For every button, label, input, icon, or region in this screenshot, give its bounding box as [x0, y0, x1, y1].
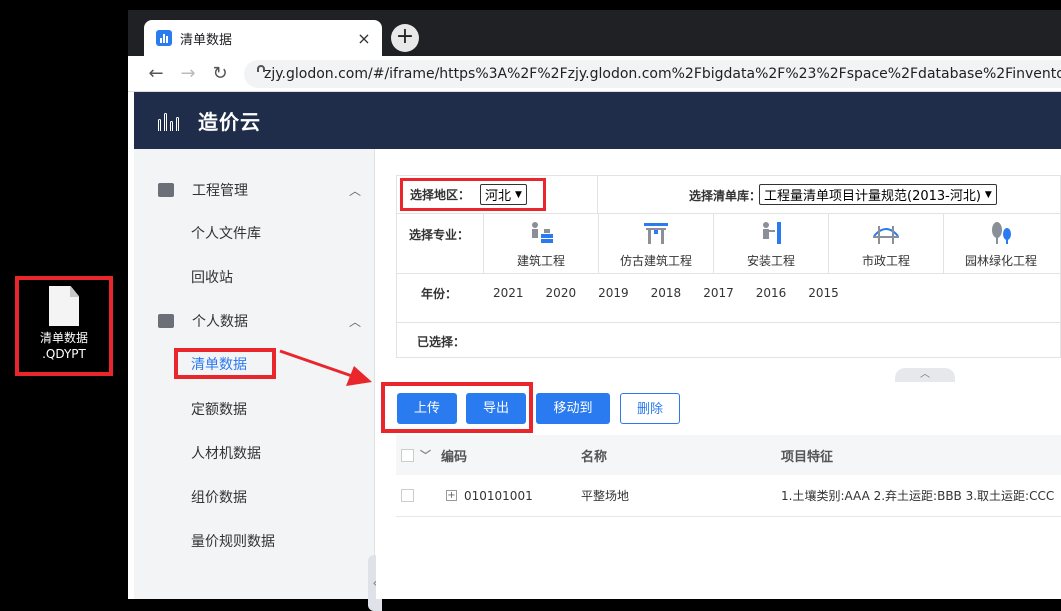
year-option[interactable]: 2015 [808, 286, 839, 300]
year-label: 年份： [421, 286, 458, 301]
chevron-down-icon: ▼ [515, 189, 522, 200]
cell-feature: 1.土壤类别:AAA 2.弃土运距:BBB 3.取土运距:CCC [781, 489, 1055, 503]
expand-icon[interactable]: + [446, 490, 457, 501]
table-header: ﹀ 编码 名称 项目特征 [396, 435, 1061, 475]
major-construction[interactable]: 建筑工程 [483, 214, 598, 273]
chevron-up-icon: ︿ [348, 183, 361, 198]
sidebar-group-label: 个人数据 [192, 314, 248, 330]
tree-icon [992, 222, 1011, 244]
url-field[interactable]: zjy.glodon.com/#/iframe/https%3A%2F%2Fzj… [244, 59, 1061, 88]
tab-bar: 清单数据 × + [128, 10, 1061, 56]
address-bar: ← → ↻ zjy.glodon.com/#/iframe/https%3A%2… [128, 56, 1061, 92]
construction-worker-icon [532, 222, 553, 243]
major-label: 选择专业： [409, 228, 470, 242]
app-header: 造价云 [134, 92, 1061, 149]
chevron-up-icon: ︿ [348, 314, 361, 329]
region-filter: 选择地区： 河北 ▼ [400, 178, 546, 211]
sidebar-item-price-rule-data[interactable]: 量价规则数据 [191, 527, 275, 557]
contact-card-icon [158, 314, 174, 328]
column-header-feature: 项目特征 [781, 449, 834, 465]
year-option[interactable]: 2020 [546, 286, 577, 300]
cell-code: 010101001 [464, 488, 533, 503]
sidebar: 工程管理 ︿ 个人文件库 回收站 个人数据 ︿ 清单数据 定额数据 人材机数据 … [134, 149, 382, 611]
table-row[interactable]: + 010101001 平整场地 1.土壤类别:AAA 2.弃土运距:BBB 3… [396, 475, 1061, 517]
major-antique[interactable]: 仿古建筑工程 [598, 214, 713, 273]
sidebar-item-pricing-data[interactable]: 组价数据 [191, 483, 247, 513]
close-icon[interactable]: × [352, 29, 376, 48]
year-option[interactable]: 2016 [756, 286, 787, 300]
selected-label: 已选择： [417, 334, 466, 349]
sidebar-item-quota-data[interactable]: 定额数据 [191, 395, 247, 425]
column-header-code: 编码 [441, 449, 468, 465]
row-checkbox[interactable] [401, 489, 414, 502]
year-option[interactable]: 2021 [493, 286, 524, 300]
back-arrow-icon[interactable]: ← [140, 63, 172, 84]
sidebar-item-recycle-bin[interactable]: 回收站 [191, 263, 233, 293]
library-label: 选择清单库： [689, 189, 762, 203]
column-header-name: 名称 [581, 449, 608, 465]
collapse-filter-toggle[interactable]: ︿ [895, 368, 955, 382]
main-content: 选择地区： 河北 ▼ 选择清单库： 工程量清单项目计量规范(2013-河北) ▼ 选… [376, 149, 1061, 599]
folder-icon [158, 183, 174, 197]
installer-icon [763, 222, 781, 244]
desktop-file[interactable]: 清单数据 .QDYPT [15, 276, 113, 376]
tab-title: 清单数据 [180, 32, 233, 48]
export-button[interactable]: 导出 [466, 393, 526, 424]
cell-name: 平整场地 [581, 489, 630, 503]
sidebar-item-personal-files[interactable]: 个人文件库 [191, 219, 261, 249]
filter-row-major: 选择专业： 建筑工程 仿古建筑工程 安装工程 市政工程 园林绿化工程 [397, 214, 1061, 274]
favicon-icon [156, 30, 172, 46]
logo-text: 造价云 [198, 110, 261, 134]
delete-button[interactable]: 删除 [620, 393, 680, 424]
inventory-table: ﹀ 编码 名称 项目特征 + 010101001 平整场地 1.土壤类别:AAA… [396, 435, 1061, 517]
select-all-checkbox[interactable] [401, 448, 414, 462]
logo-icon [158, 111, 190, 131]
selected-bar: 已选择： [397, 322, 1061, 359]
desktop-file-name: 清单数据 .QDYPT [39, 331, 88, 361]
url-text: zjy.glodon.com/#/iframe/https%3A%2F%2Fzj… [264, 65, 1061, 82]
region-select[interactable]: 河北 ▼ [480, 184, 527, 205]
new-tab-button[interactable]: + [391, 24, 419, 52]
sidebar-group-label: 工程管理 [192, 183, 248, 199]
file-icon [49, 286, 79, 326]
major-installation[interactable]: 安装工程 [713, 214, 828, 273]
year-option[interactable]: 2017 [703, 286, 734, 300]
bridge-icon [873, 226, 899, 244]
major-municipal[interactable]: 市政工程 [828, 214, 943, 273]
sidebar-item-bill-data[interactable]: 清单数据 [191, 350, 247, 380]
sidebar-item-material-data[interactable]: 人材机数据 [191, 439, 261, 469]
region-label: 选择地区： [410, 188, 471, 202]
divider [597, 176, 598, 214]
upload-button[interactable]: 上传 [397, 393, 457, 424]
major-landscape[interactable]: 园林绿化工程 [943, 214, 1058, 273]
forward-arrow-icon[interactable]: → [172, 63, 204, 84]
archway-icon [644, 223, 668, 244]
year-option[interactable]: 2019 [598, 286, 629, 300]
library-select[interactable]: 工程量清单项目计量规范(2013-河北) ▼ [759, 184, 997, 205]
reload-icon[interactable]: ↻ [204, 63, 236, 84]
chevron-down-icon[interactable]: ﹀ [420, 447, 431, 463]
sidebar-group-personal-data[interactable]: 个人数据 ︿ [134, 299, 375, 343]
filter-row-region: 选择地区： 河北 ▼ 选择清单库： 工程量清单项目计量规范(2013-河北) ▼ [397, 176, 1061, 214]
move-to-button[interactable]: 移动到 [536, 393, 610, 424]
year-option[interactable]: 2018 [651, 286, 682, 300]
chevron-down-icon: ▼ [984, 189, 992, 200]
filter-panel: 选择地区： 河北 ▼ 选择清单库： 工程量清单项目计量规范(2013-河北) ▼ 选… [396, 175, 1061, 358]
browser-tab[interactable]: 清单数据 × [144, 20, 382, 56]
sidebar-group-project[interactable]: 工程管理 ︿ [134, 168, 375, 212]
browser-window: 清单数据 × + ← → ↻ zjy.glodon.com/#/iframe/h… [128, 10, 1061, 611]
filter-row-year: 年份： 2021 2020 2019 2018 2017 2016 2015 [397, 274, 1061, 312]
